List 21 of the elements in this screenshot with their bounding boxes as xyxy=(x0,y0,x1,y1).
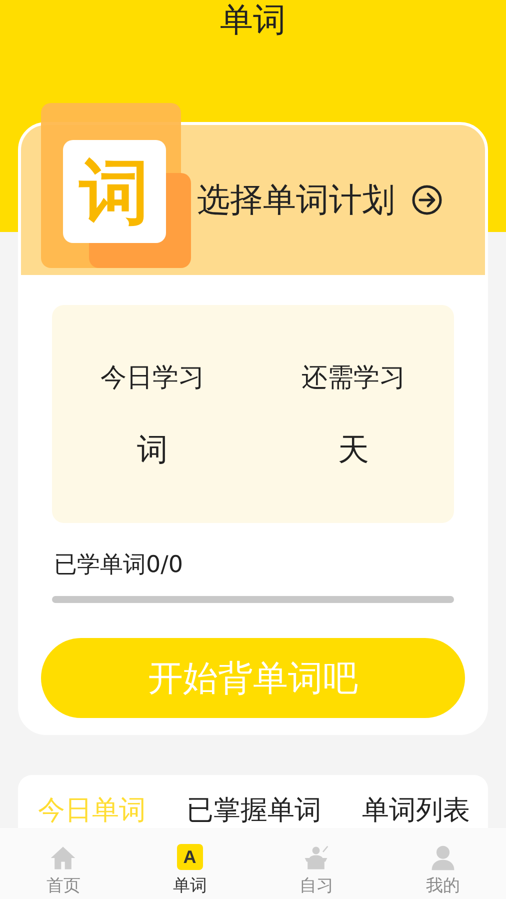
stat-value: 词 xyxy=(137,431,168,470)
tab[interactable]: 单词列表 xyxy=(362,795,470,827)
stat-label: 还需学习 xyxy=(302,362,406,395)
nav-item[interactable]: 自习 xyxy=(253,828,380,899)
nav-label: 单词 xyxy=(172,875,207,897)
nav-label: 首页 xyxy=(46,875,80,897)
stat-label: 今日学习 xyxy=(100,362,204,395)
stat-value: 天 xyxy=(338,431,369,470)
plan-text: 选择单词计划 xyxy=(197,178,395,220)
nav-label: 自习 xyxy=(299,875,334,897)
nav-item[interactable]: 我的 xyxy=(380,828,506,899)
desk-person-icon xyxy=(302,844,330,872)
nav-label: 我的 xyxy=(426,875,460,897)
progress-label: 已学单词0/0 xyxy=(54,551,184,580)
arrow-circle-icon[interactable] xyxy=(411,184,443,216)
tab[interactable]: 已掌握单词 xyxy=(186,795,322,827)
home-icon xyxy=(49,844,78,872)
page-title: 单词 xyxy=(220,0,286,41)
nav-item[interactable]: 首页 xyxy=(0,828,126,899)
nav-item[interactable]: A 单词 xyxy=(126,828,253,899)
letter-book-icon: A xyxy=(176,844,203,870)
